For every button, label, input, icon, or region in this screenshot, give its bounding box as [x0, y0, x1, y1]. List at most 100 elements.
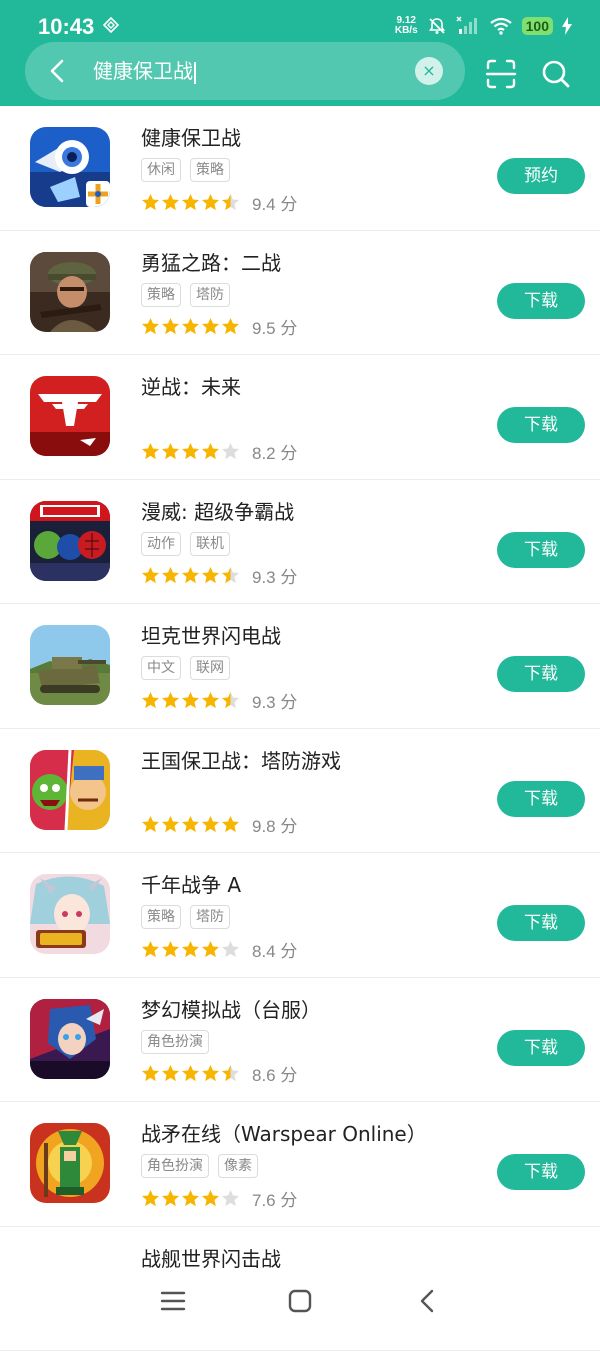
search-bar[interactable]	[25, 42, 465, 100]
download-button[interactable]: 下载	[497, 656, 585, 692]
download-button[interactable]: 下载	[497, 1154, 585, 1190]
score: 9.3 分	[252, 688, 297, 713]
tag-list: 策略 塔防	[141, 283, 230, 307]
app-title[interactable]: 千年战争 A	[141, 869, 241, 898]
app-title[interactable]: 健康保卫战	[141, 122, 241, 151]
app-icon-marvel-contest[interactable]	[30, 501, 110, 581]
app-icon-millennium-war[interactable]	[30, 874, 110, 954]
star-icon	[181, 940, 200, 959]
star-icon	[181, 193, 200, 212]
star-icon	[161, 691, 180, 710]
list-item[interactable]: 梦幻模拟战（台服） 角色扮演 8.6 分 下载	[0, 978, 600, 1103]
tag: 联机	[190, 532, 230, 556]
star-icon	[181, 691, 200, 710]
star-icon	[201, 442, 220, 461]
app-icon-langrisser[interactable]	[30, 999, 110, 1079]
rating: 9.3 分	[141, 564, 297, 588]
star-icon	[201, 317, 220, 336]
star-icon	[201, 193, 220, 212]
search-input[interactable]: 健康保卫战	[93, 58, 196, 84]
star-icon	[221, 1189, 240, 1208]
app-icon-nizhan-future[interactable]	[30, 376, 110, 456]
list-item[interactable]: 健康保卫战 休闲 策略 9.4 分 预约	[0, 106, 600, 231]
star-icon	[161, 1064, 180, 1083]
app-title[interactable]: 战舰世界闪击战	[141, 1243, 281, 1272]
star-icon	[141, 193, 160, 212]
download-button[interactable]: 下载	[497, 532, 585, 568]
wifi-icon	[489, 16, 513, 36]
scan-icon[interactable]	[484, 57, 518, 91]
star-icon	[181, 1064, 200, 1083]
tag: 策略	[141, 905, 181, 929]
app-title[interactable]: 战矛在线（Warspear Online）	[141, 1118, 427, 1147]
score: 9.8 分	[252, 812, 297, 837]
star-icon	[161, 1189, 180, 1208]
star-icon	[141, 691, 160, 710]
download-button[interactable]: 下载	[497, 781, 585, 817]
star-icon	[141, 940, 160, 959]
tag-list: 角色扮演	[141, 1030, 209, 1054]
score: 8.6 分	[252, 1061, 297, 1086]
list-item[interactable]: 漫威: 超级争霸战 动作 联机 9.3 分 下载	[0, 480, 600, 605]
score: 9.4 分	[252, 190, 297, 215]
tag: 塔防	[190, 905, 230, 929]
status-bar: 10:43 9.12 KB/s	[0, 0, 600, 40]
tag-list: 休闲 策略	[141, 158, 230, 182]
star-rating	[141, 317, 240, 336]
tag: 动作	[141, 532, 181, 556]
rating: 8.6 分	[141, 1062, 297, 1086]
star-icon	[141, 317, 160, 336]
app-notification-icon	[103, 17, 119, 33]
app-title[interactable]: 漫威: 超级争霸战	[141, 496, 294, 525]
app-title[interactable]: 梦幻模拟战（台服）	[141, 994, 321, 1023]
app-icon-warspear[interactable]	[30, 1123, 110, 1203]
star-icon	[181, 442, 200, 461]
search-icon[interactable]	[540, 57, 572, 91]
app-icon-wot-blitz[interactable]	[30, 625, 110, 705]
list-item[interactable]: 王国保卫战：塔防游戏 9.8 分 下载	[0, 729, 600, 854]
menu-icon[interactable]	[158, 1286, 188, 1316]
charging-icon	[562, 17, 572, 35]
app-icon-brave-road[interactable]	[30, 252, 110, 332]
score: 8.4 分	[252, 937, 297, 962]
app-title[interactable]: 勇猛之路：二战	[141, 247, 281, 276]
tag: 像素	[218, 1154, 258, 1178]
star-icon	[161, 442, 180, 461]
reserve-button[interactable]: 预约	[497, 158, 585, 194]
tag: 塔防	[190, 283, 230, 307]
tag: 角色扮演	[141, 1154, 209, 1178]
star-icon	[201, 1064, 220, 1083]
score: 9.5 分	[252, 314, 297, 339]
clear-icon[interactable]: ×	[415, 57, 443, 85]
download-button[interactable]: 下载	[497, 905, 585, 941]
star-icon	[181, 566, 200, 585]
app-title[interactable]: 王国保卫战：塔防游戏	[141, 745, 341, 774]
download-button[interactable]: 下载	[497, 283, 585, 319]
app-icon-health-defense[interactable]	[30, 127, 110, 207]
app-icon-kingdom-rush[interactable]	[30, 750, 110, 830]
app-title[interactable]: 逆战：未来	[141, 371, 241, 400]
status-time: 10:43	[38, 14, 94, 40]
star-icon	[141, 1064, 160, 1083]
list-item[interactable]: 千年战争 A 策略 塔防 8.4 分 下载	[0, 853, 600, 978]
back-nav-icon[interactable]	[413, 1286, 443, 1316]
rating: 9.8 分	[141, 813, 297, 837]
list-item[interactable]: 勇猛之路：二战 策略 塔防 9.5 分 下载	[0, 231, 600, 356]
tag-list: 策略 塔防	[141, 905, 230, 929]
star-icon	[181, 815, 200, 834]
star-icon	[161, 317, 180, 336]
app-result-list: 健康保卫战 休闲 策略 9.4 分 预约 勇猛之路：二战 策略	[0, 106, 600, 1351]
list-item[interactable]: 逆战：未来 8.2 分 下载	[0, 355, 600, 480]
list-item[interactable]: 战矛在线（Warspear Online） 角色扮演 像素 7.6 分 下载	[0, 1102, 600, 1227]
rating: 7.6 分	[141, 1186, 297, 1210]
tag: 中文	[141, 656, 181, 680]
download-button[interactable]: 下载	[497, 407, 585, 443]
app-title[interactable]: 坦克世界闪电战	[141, 620, 281, 649]
text-cursor	[194, 62, 196, 84]
back-arrow-icon[interactable]	[43, 55, 73, 87]
star-rating	[141, 691, 240, 710]
home-icon[interactable]	[285, 1286, 315, 1316]
download-button[interactable]: 下载	[497, 1030, 585, 1066]
star-icon	[161, 815, 180, 834]
list-item[interactable]: 坦克世界闪电战 中文 联网 9.3 分 下载	[0, 604, 600, 729]
